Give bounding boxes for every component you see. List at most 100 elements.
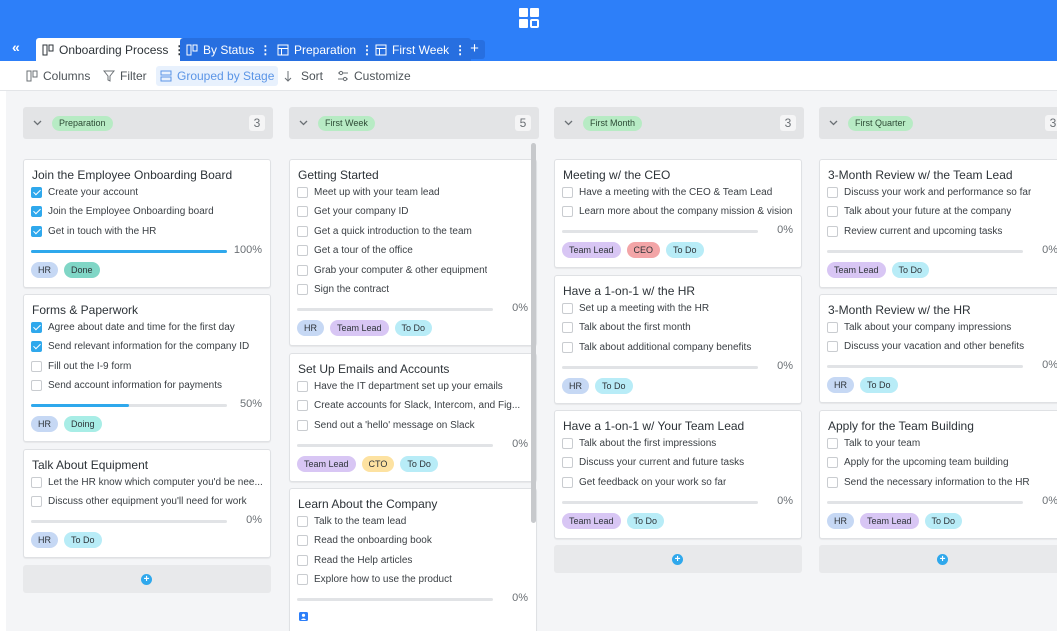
checklist-item[interactable]: Let the HR know which computer you'd be …: [31, 475, 263, 489]
checkbox[interactable]: [827, 476, 838, 488]
sort-button[interactable]: Sort: [280, 66, 327, 86]
tag-team-lead[interactable]: Team Lead: [860, 512, 919, 529]
checkbox[interactable]: [827, 225, 838, 237]
checklist-item[interactable]: Talk about your company impressions: [827, 320, 1057, 334]
checkbox[interactable]: [297, 225, 308, 237]
checklist-item[interactable]: Discuss your current and future tasks: [562, 456, 794, 470]
tag-team-lead[interactable]: Team Lead: [827, 261, 886, 278]
add-card-button[interactable]: +: [819, 545, 1057, 573]
tab-first-week[interactable]: First Week ⋮: [369, 38, 472, 61]
checklist-item[interactable]: Apply for the upcoming team building: [827, 456, 1057, 470]
checklist-item[interactable]: Set up a meeting with the HR: [562, 301, 794, 315]
checkbox[interactable]: [827, 437, 838, 449]
task-card[interactable]: Meeting w/ the CEO Have a meeting with th…: [554, 159, 802, 268]
tag-to-do[interactable]: To Do: [626, 512, 665, 529]
tag-to-do[interactable]: To Do: [924, 512, 963, 529]
checkbox[interactable]: [31, 225, 42, 237]
chevron-down-icon[interactable]: [32, 117, 43, 131]
checkbox[interactable]: [827, 457, 838, 468]
checklist-item[interactable]: Meet up with your team lead: [297, 185, 529, 199]
task-card[interactable]: Have a 1-on-1 w/ the HR Set up a meeting …: [554, 275, 802, 404]
checklist-item[interactable]: Agree about date and time for the first …: [31, 320, 263, 334]
tag-hr[interactable]: HR: [297, 320, 324, 336]
checkbox[interactable]: [31, 496, 42, 507]
tag-hr[interactable]: HR: [31, 532, 58, 548]
task-card[interactable]: Forms & Paperwork Agree about date and ti…: [23, 294, 271, 442]
tab-onboarding-process[interactable]: Onboarding Process ⋮: [36, 38, 191, 61]
tag-team-lead[interactable]: Team Lead: [297, 455, 356, 472]
tag-team-lead[interactable]: Team Lead: [330, 320, 389, 336]
checklist-item[interactable]: Send out a 'hello' message on Slack: [297, 418, 529, 432]
checklist-item[interactable]: Discuss other equipment you'll need for …: [31, 495, 263, 509]
checkbox[interactable]: [31, 321, 42, 333]
tag-cto[interactable]: CTO: [361, 455, 395, 472]
checklist-item[interactable]: Review current and upcoming tasks: [827, 224, 1057, 238]
tab-preparation[interactable]: Preparation ⋮: [271, 38, 379, 61]
checkbox[interactable]: [297, 574, 308, 585]
checklist-item[interactable]: Send the necessary information to the HR: [827, 475, 1057, 489]
checkbox[interactable]: [562, 341, 573, 353]
checklist-item[interactable]: Send account information for payments: [31, 379, 263, 393]
checkbox[interactable]: [827, 206, 838, 217]
task-card[interactable]: Apply for the Team Building Talk to your …: [819, 410, 1057, 539]
checkbox[interactable]: [562, 457, 573, 468]
column-scrollbar[interactable]: [531, 143, 536, 523]
checkbox[interactable]: [562, 322, 573, 333]
checkbox[interactable]: [297, 245, 308, 256]
checklist-item[interactable]: Get in touch with the HR: [31, 224, 263, 238]
task-card[interactable]: Set Up Emails and Accounts Have the IT de…: [289, 353, 537, 482]
filter-button[interactable]: Filter: [99, 66, 151, 86]
task-card[interactable]: Talk About Equipment Let the HR know whic…: [23, 449, 271, 558]
columns-button[interactable]: Columns: [22, 66, 94, 86]
checkbox[interactable]: [31, 206, 42, 217]
checkbox[interactable]: [31, 341, 42, 352]
tag-done[interactable]: Done: [64, 261, 100, 278]
checkbox[interactable]: [297, 264, 308, 276]
tag-to-do[interactable]: To Do: [64, 532, 102, 548]
add-card-button[interactable]: +: [23, 565, 271, 593]
checklist-item[interactable]: Get a quick introduction to the team: [297, 224, 529, 238]
checkbox[interactable]: [297, 400, 308, 411]
checkbox[interactable]: [297, 284, 308, 295]
task-card[interactable]: Join the Employee Onboarding Board Create…: [23, 159, 271, 288]
checkbox[interactable]: [31, 186, 42, 198]
checkbox[interactable]: [562, 302, 573, 314]
chevron-down-icon[interactable]: [563, 117, 574, 131]
checklist-item[interactable]: Talk to your team: [827, 436, 1057, 450]
checklist-item[interactable]: Get a tour of the office: [297, 244, 529, 258]
checkbox[interactable]: [827, 341, 838, 352]
checklist-item[interactable]: Read the Help articles: [297, 553, 529, 567]
checklist-item[interactable]: Fill out the I-9 form: [31, 359, 263, 373]
checklist-item[interactable]: Create your account: [31, 185, 263, 199]
checkbox[interactable]: [31, 380, 42, 391]
tag-to-do[interactable]: To Do: [891, 261, 930, 278]
tag-hr[interactable]: HR: [31, 261, 58, 278]
group-button[interactable]: Grouped by Stage: [156, 66, 279, 86]
chevron-down-icon[interactable]: [298, 117, 309, 131]
add-view-button[interactable]: +: [464, 40, 485, 59]
tag-hr[interactable]: HR: [827, 377, 854, 393]
task-card[interactable]: 3-Month Review w/ the Team Lead Discuss y…: [819, 159, 1057, 288]
task-card[interactable]: Have a 1-on-1 w/ Your Team Lead Talk abou…: [554, 410, 802, 539]
tab-by-status[interactable]: By Status ⋮: [180, 38, 277, 61]
tab-menu-icon[interactable]: ⋮: [259, 43, 271, 57]
checklist-item[interactable]: Talk about additional company benefits: [562, 340, 794, 354]
checklist-item[interactable]: Have a meeting with the CEO & Team Lead: [562, 185, 794, 199]
checkbox[interactable]: [297, 419, 308, 431]
tag-hr[interactable]: HR: [827, 512, 854, 529]
checkbox[interactable]: [562, 186, 573, 198]
checklist-item[interactable]: Talk about the first impressions: [562, 436, 794, 450]
checkbox[interactable]: [31, 360, 42, 372]
checkbox[interactable]: [297, 380, 308, 392]
checkbox[interactable]: [297, 186, 308, 198]
add-card-button[interactable]: +: [554, 545, 802, 573]
checklist-item[interactable]: Talk about the first month: [562, 321, 794, 335]
collapse-sidebar-icon[interactable]: «: [12, 39, 20, 55]
checklist-item[interactable]: Talk to the team lead: [297, 514, 529, 528]
checklist-item[interactable]: Join the Employee Onboarding board: [31, 205, 263, 219]
task-card[interactable]: Learn About the Company Talk to the team …: [289, 488, 537, 631]
checkbox[interactable]: [562, 437, 573, 449]
checkbox[interactable]: [297, 206, 308, 217]
checklist-item[interactable]: Talk about your future at the company: [827, 205, 1057, 219]
tag-to-do[interactable]: To Do: [666, 242, 704, 258]
